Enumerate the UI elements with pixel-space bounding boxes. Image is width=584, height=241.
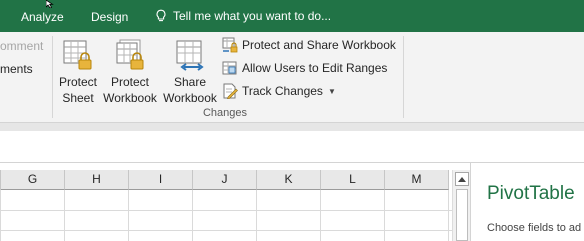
share-workbook-label-1: Share [173,75,207,89]
protect-and-share-workbook-button[interactable]: Protect and Share Workbook [222,35,396,55]
group-separator [52,36,53,118]
protect-workbook-label-2: Workbook [103,91,157,105]
comments-button-partial[interactable]: ments [0,62,33,76]
track-changes-dropdown[interactable]: Track Changes ▼ [222,81,336,101]
comment-button-partial[interactable]: omment [0,39,43,53]
protect-sheet-button[interactable]: Protect Sheet [55,34,101,106]
column-header-m[interactable]: M [385,170,449,190]
protect-workbook-button[interactable]: Protect Workbook [101,34,159,106]
grid-line [384,190,385,241]
pivottable-pane-title: PivotTable [487,183,575,204]
scroll-up-button[interactable] [455,172,469,186]
chevron-down-icon: ▼ [327,86,336,96]
worksheet-grid[interactable]: G H I J K L M [0,163,452,241]
pivottable-pane-subtitle: Choose fields to ad [487,222,582,234]
tell-me-text: Tell me what you want to do... [173,9,332,23]
protect-and-share-workbook-label: Protect and Share Workbook [242,38,396,52]
grid-line [0,210,452,211]
track-changes-icon [223,83,238,99]
grid-line [320,190,321,241]
track-changes-label: Track Changes [242,84,323,98]
scroll-thumb[interactable] [456,189,468,241]
column-header-i[interactable]: I [129,170,193,190]
protect-sheet-label-1: Protect [58,75,97,89]
mouse-pointer-icon [46,0,54,8]
tell-me-search[interactable]: Tell me what you want to do... [155,9,331,23]
protect-sheet-label-2: Sheet [62,91,94,105]
allow-users-to-edit-ranges-label: Allow Users to Edit Ranges [242,61,388,75]
chevron-up-icon [458,177,466,182]
grid-line [64,190,65,241]
group-label-changes: Changes [202,107,248,119]
tab-analyze[interactable]: Analyze [21,10,64,24]
ribbon-review: omment ments Protect Sheet Protect Workb… [0,32,584,123]
formula-bar-area[interactable] [0,131,584,163]
column-header-k[interactable]: K [257,170,321,190]
share-workbook-icon [176,40,204,71]
ribbon-tab-bar: Analyze Design Tell me what you want to … [0,0,584,32]
column-header-g[interactable]: G [1,170,65,190]
allow-users-to-edit-ranges-button[interactable]: Allow Users to Edit Ranges [222,58,387,78]
share-workbook-label-2: Workbook [163,91,217,105]
column-header-l[interactable]: L [321,170,385,190]
ribbon-formula-gap [0,123,584,131]
vertical-scrollbar[interactable] [452,170,470,241]
group-separator [403,36,404,118]
lightbulb-icon [156,9,166,22]
protect-workbook-label-1: Protect [110,75,149,89]
tab-design[interactable]: Design [91,10,128,24]
column-header-j[interactable]: J [193,170,257,190]
column-header-h[interactable]: H [65,170,129,190]
grid-line [448,190,449,241]
protect-sheet-icon [63,40,92,70]
grid-line [0,190,1,241]
grid-line [192,190,193,241]
allow-edit-ranges-icon [222,61,237,75]
protect-workbook-icon [116,39,144,70]
grid-line [128,190,129,241]
protect-share-icon [222,37,238,53]
grid-line [256,190,257,241]
pivottable-fields-pane: PivotTable Choose fields to ad [470,163,584,241]
share-workbook-button[interactable]: Share Workbook [161,34,219,106]
grid-line [0,230,452,231]
